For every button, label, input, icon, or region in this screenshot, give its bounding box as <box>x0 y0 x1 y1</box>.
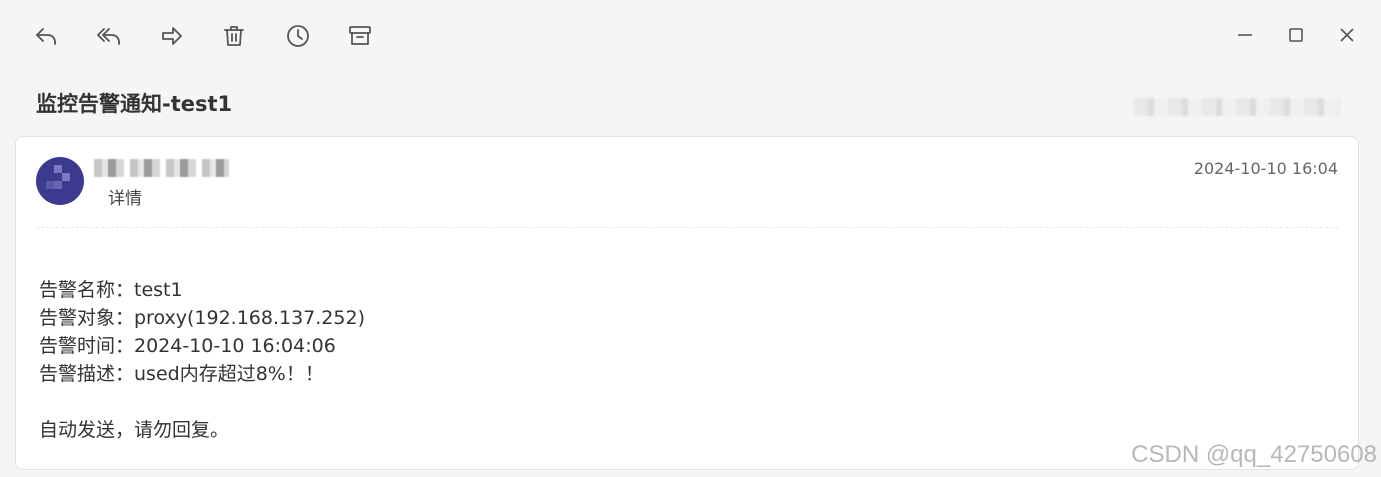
reply-all-button[interactable] <box>92 20 124 52</box>
redacted-sender <box>94 159 229 177</box>
archive-icon <box>349 26 371 45</box>
forward-icon <box>162 27 182 45</box>
divider <box>36 227 1338 228</box>
archive-button[interactable] <box>344 20 376 52</box>
email-subject: 监控告警通知-test1 <box>36 92 233 116</box>
reply-button[interactable] <box>30 20 62 52</box>
body-line: 告警描述：used内存超过8%！！ <box>39 363 324 385</box>
body-line: 告警时间：2024-10-10 16:04:06 <box>39 335 336 357</box>
maximize-icon <box>1289 28 1303 42</box>
avatar[interactable] <box>36 157 84 205</box>
close-icon <box>1340 28 1354 42</box>
redacted-recipient <box>1134 98 1340 116</box>
snooze-button[interactable] <box>282 20 314 52</box>
close-button[interactable] <box>1332 20 1362 50</box>
reply-icon <box>36 28 56 45</box>
reply-all-icon <box>97 28 120 45</box>
minimize-icon <box>1238 34 1252 36</box>
minimize-button[interactable] <box>1230 20 1260 50</box>
body-line: 告警名称：test1 <box>39 279 183 301</box>
message-date: 2024-10-10 16:04 <box>1193 159 1338 178</box>
toolbar <box>0 0 1381 72</box>
forward-button[interactable] <box>156 20 188 52</box>
message-body: 告警名称：test1 告警对象：proxy(192.168.137.252) 告… <box>39 276 365 444</box>
body-line: 告警对象：proxy(192.168.137.252) <box>39 307 365 329</box>
snooze-icon <box>287 25 309 47</box>
watermark: CSDN @qq_42750608 <box>1131 441 1377 468</box>
message-card: 详情 2024-10-10 16:04 告警名称：test1 告警对象：prox… <box>15 136 1359 470</box>
delete-icon <box>224 26 244 46</box>
maximize-button[interactable] <box>1281 20 1311 50</box>
footer-line: 自动发送，请勿回复。 <box>39 419 230 441</box>
details-link[interactable]: 详情 <box>108 184 142 209</box>
delete-button[interactable] <box>218 20 250 52</box>
